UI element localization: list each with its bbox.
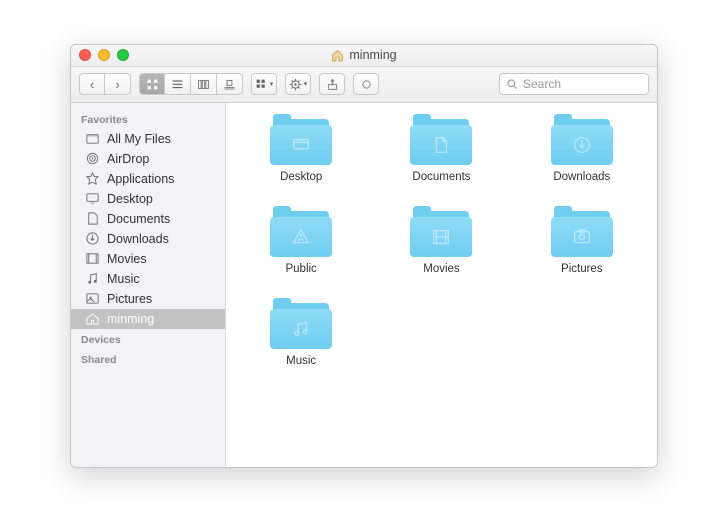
home-icon <box>85 311 100 326</box>
sidebar-item-music[interactable]: Music <box>71 269 225 289</box>
chevron-left-icon: ‹ <box>90 78 94 91</box>
all-my-files-icon <box>85 131 100 146</box>
folder-icon <box>410 209 472 257</box>
view-icons-button[interactable] <box>139 73 165 95</box>
action-group: ▾ <box>285 73 311 95</box>
minimize-button[interactable] <box>98 49 110 61</box>
sidebar-item-movies[interactable]: Movies <box>71 249 225 269</box>
sidebar-item-pictures[interactable]: Pictures <box>71 289 225 309</box>
music-icon <box>85 271 100 286</box>
documents-icon <box>85 211 100 226</box>
traffic-lights <box>79 49 129 61</box>
applications-icon <box>85 171 100 186</box>
sidebar-item-home[interactable]: minming <box>71 309 225 329</box>
search-placeholder: Search <box>523 77 561 91</box>
folder-label: Public <box>285 263 316 275</box>
folder-label: Pictures <box>561 263 603 275</box>
list-icon <box>171 78 184 91</box>
tags-group <box>353 73 379 95</box>
close-button[interactable] <box>79 49 91 61</box>
forward-button[interactable]: › <box>105 73 131 95</box>
folder-item[interactable]: Desktop <box>270 117 332 183</box>
sidebar-item-label: Applications <box>107 172 174 186</box>
chevron-right-icon: › <box>115 78 119 91</box>
finder-window: minming ‹ › ▾ <box>70 44 658 468</box>
gear-icon <box>289 78 302 91</box>
sidebar-item-label: Movies <box>107 252 147 266</box>
airdrop-icon <box>85 151 100 166</box>
home-icon <box>331 49 344 62</box>
fullscreen-button[interactable] <box>117 49 129 61</box>
back-button[interactable]: ‹ <box>79 73 105 95</box>
sidebar-item-desktop[interactable]: Desktop <box>71 189 225 209</box>
arrange-icon <box>255 78 268 91</box>
titlebar: minming <box>71 45 657 67</box>
search-field[interactable]: Search <box>499 73 649 95</box>
folder-grid: Desktop Documents Downloads Public Movies Pic… <box>236 117 647 367</box>
view-list-button[interactable] <box>165 73 191 95</box>
share-button[interactable] <box>319 73 345 95</box>
sidebar-item-all-my-files[interactable]: All My Files <box>71 129 225 149</box>
folder-icon <box>270 301 332 349</box>
folder-icon <box>270 209 332 257</box>
action-button[interactable]: ▾ <box>285 73 311 95</box>
sidebar-item-label: AirDrop <box>107 152 149 166</box>
folder-icon <box>410 117 472 165</box>
movies-icon <box>85 251 100 266</box>
folder-item[interactable]: Documents <box>410 117 472 183</box>
folder-icon <box>551 117 613 165</box>
chevron-down-icon: ▾ <box>304 80 308 88</box>
folder-label: Downloads <box>553 171 610 183</box>
sidebar-item-documents[interactable]: Documents <box>71 209 225 229</box>
sidebar-item-label: Pictures <box>107 292 152 306</box>
folder-item[interactable]: Downloads <box>551 117 613 183</box>
window-title-text: minming <box>349 48 396 62</box>
coverflow-icon <box>223 78 236 91</box>
folder-item[interactable]: Public <box>270 209 332 275</box>
search-icon <box>506 78 518 90</box>
view-columns-button[interactable] <box>191 73 217 95</box>
sidebar-header-devices: Devices <box>71 329 225 349</box>
sidebar-item-label: Desktop <box>107 192 153 206</box>
share-icon <box>326 78 339 91</box>
sidebar-item-label: minming <box>107 312 154 326</box>
desktop-icon <box>85 191 100 206</box>
tags-button[interactable] <box>353 73 379 95</box>
arrange-button[interactable]: ▾ <box>251 73 277 95</box>
sidebar-item-label: Music <box>107 272 140 286</box>
folder-label: Movies <box>423 263 459 275</box>
folder-label: Desktop <box>280 171 322 183</box>
toolbar: ‹ › ▾ ▾ <box>71 67 657 103</box>
sidebar-item-applications[interactable]: Applications <box>71 169 225 189</box>
sidebar-item-airdrop[interactable]: AirDrop <box>71 149 225 169</box>
arrange-group: ▾ <box>251 73 277 95</box>
folder-icon <box>551 209 613 257</box>
folder-item[interactable]: Pictures <box>551 209 613 275</box>
sidebar: Favorites All My Files AirDrop Applicati… <box>71 103 226 467</box>
nav-buttons: ‹ › <box>79 73 131 95</box>
folder-item[interactable]: Music <box>270 301 332 367</box>
folder-icon <box>270 117 332 165</box>
columns-icon <box>197 78 210 91</box>
folder-item[interactable]: Movies <box>410 209 472 275</box>
sidebar-item-label: All My Files <box>107 132 171 146</box>
folder-label: Documents <box>412 171 470 183</box>
view-buttons <box>139 73 243 95</box>
tag-icon <box>360 78 373 91</box>
pictures-icon <box>85 291 100 306</box>
body: Favorites All My Files AirDrop Applicati… <box>71 103 657 467</box>
grid-icon <box>146 78 159 91</box>
share-group <box>319 73 345 95</box>
folder-label: Music <box>286 355 316 367</box>
window-title: minming <box>71 48 657 62</box>
content-area: Desktop Documents Downloads Public Movies Pic… <box>226 103 657 467</box>
sidebar-item-label: Downloads <box>107 232 169 246</box>
view-coverflow-button[interactable] <box>217 73 243 95</box>
sidebar-header-shared: Shared <box>71 349 225 369</box>
sidebar-item-downloads[interactable]: Downloads <box>71 229 225 249</box>
sidebar-item-label: Documents <box>107 212 170 226</box>
sidebar-header-favorites: Favorites <box>71 109 225 129</box>
downloads-icon <box>85 231 100 246</box>
chevron-down-icon: ▾ <box>270 80 274 88</box>
